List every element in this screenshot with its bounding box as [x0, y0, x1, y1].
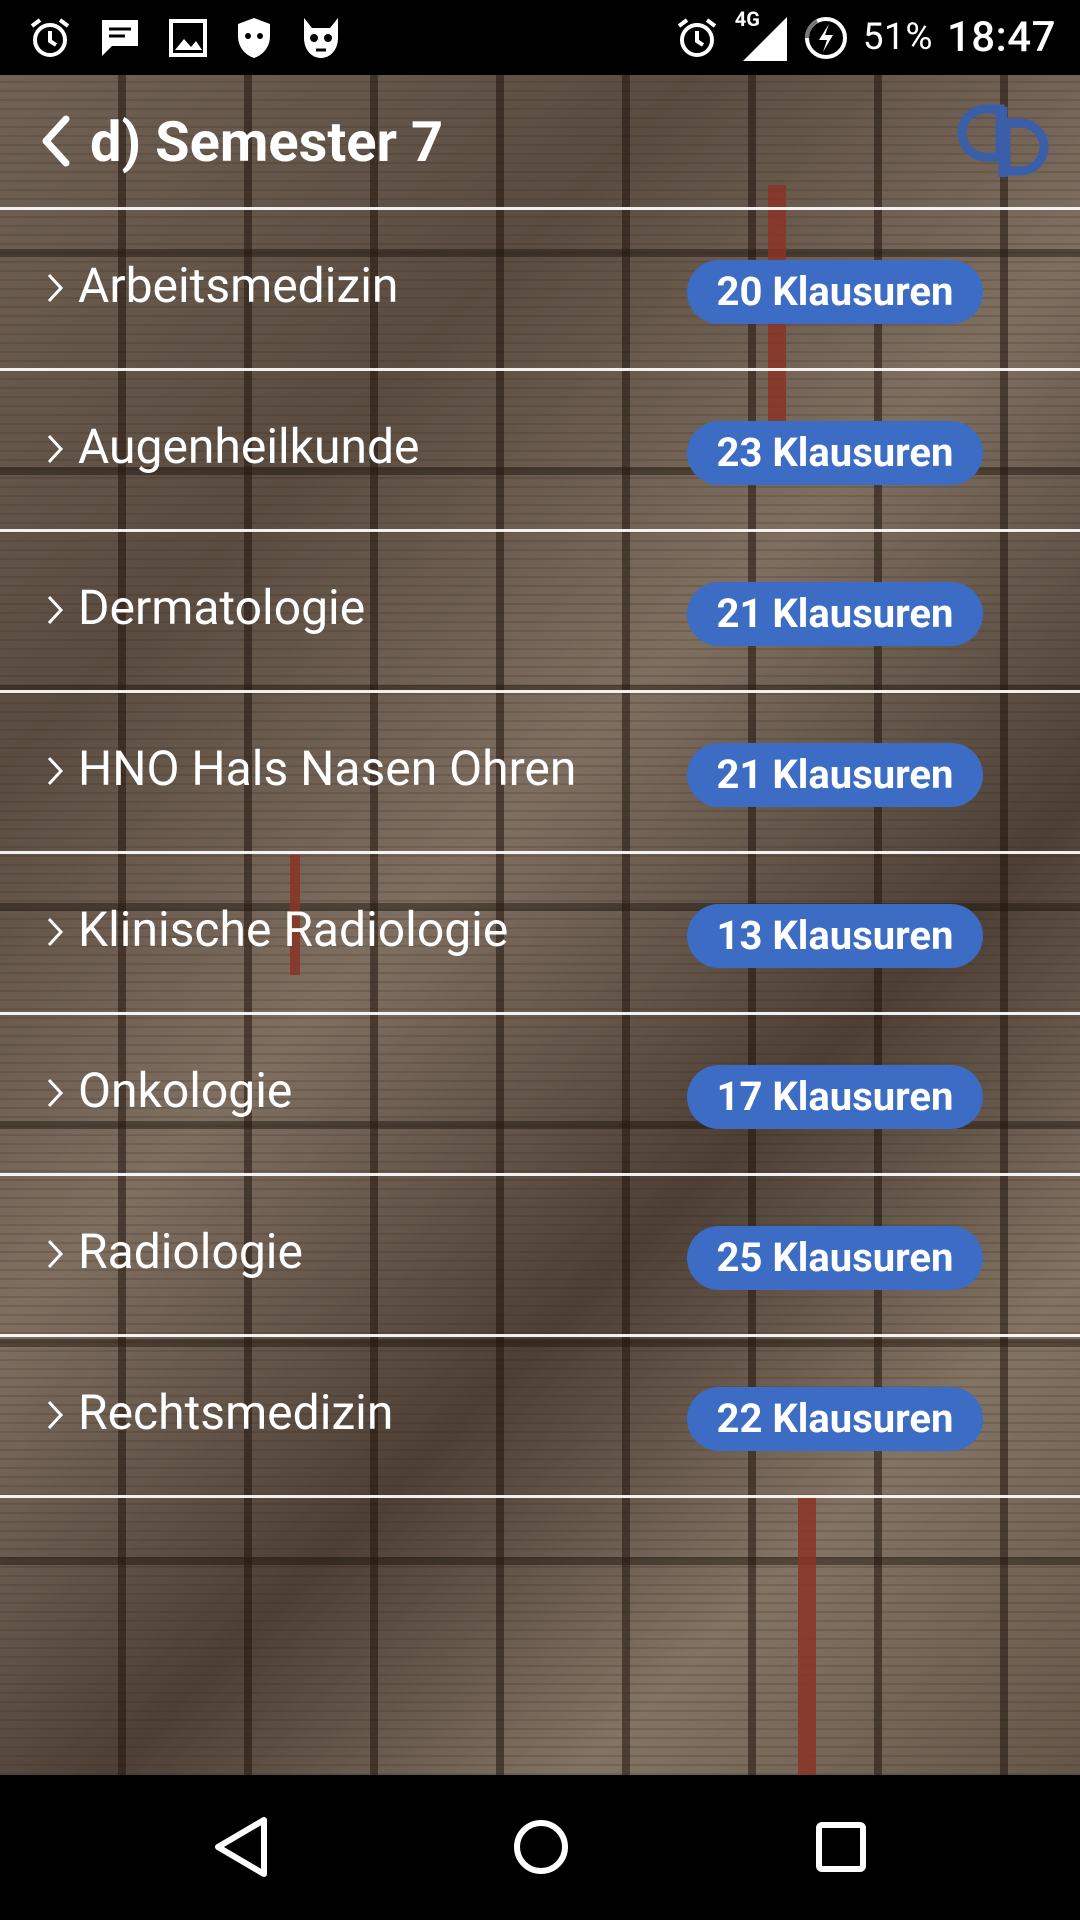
page-title: d) Semester 7 — [90, 109, 444, 175]
clock: 18:47 — [946, 13, 1056, 62]
signal-icon: 4G — [733, 7, 789, 63]
navigation-bar — [0, 1775, 1080, 1920]
subject-name: Augenheilkunde — [78, 418, 420, 475]
exam-count-badge: 22 Klausuren — [687, 1387, 983, 1451]
back-button[interactable] — [40, 109, 86, 173]
nav-back-button[interactable] — [212, 1815, 270, 1883]
list-item[interactable]: Radiologie 25 Klausuren — [0, 1173, 1080, 1334]
circle-home-icon — [514, 1820, 568, 1874]
exam-count-badge: 21 Klausuren — [687, 743, 983, 807]
image-icon — [168, 18, 208, 58]
chevron-right-icon — [47, 756, 64, 786]
list-item[interactable]: Rechtsmedizin 22 Klausuren — [0, 1334, 1080, 1498]
battery-percent: 51% — [862, 16, 933, 59]
app-logo — [956, 101, 1052, 187]
chevron-right-icon — [47, 1400, 64, 1430]
subject-list: Arbeitsmedizin 20 Klausuren Augenheilkun… — [0, 207, 1080, 1498]
list-item[interactable]: Arbeitsmedizin 20 Klausuren — [0, 207, 1080, 368]
list-item[interactable]: Augenheilkunde 23 Klausuren — [0, 368, 1080, 529]
subject-name: Arbeitsmedizin — [78, 257, 399, 314]
exam-count-badge: 23 Klausuren — [687, 421, 983, 485]
chevron-right-icon — [47, 1239, 64, 1269]
app-header: d) Semester 7 — [0, 75, 1080, 207]
list-item[interactable]: Onkologie 17 Klausuren — [0, 1012, 1080, 1173]
exam-count-badge: 17 Klausuren — [687, 1065, 983, 1129]
message-icon — [98, 16, 142, 60]
subject-name: HNO Hals Nasen Ohren — [78, 740, 577, 797]
nav-home-button[interactable] — [512, 1815, 570, 1883]
exam-count-badge: 20 Klausuren — [687, 260, 983, 324]
list-item[interactable]: HNO Hals Nasen Ohren 21 Klausuren — [0, 690, 1080, 851]
network-label: 4G — [734, 6, 760, 31]
subject-name: Rechtsmedizin — [78, 1384, 394, 1441]
subject-name: Onkologie — [78, 1062, 293, 1119]
nav-recents-button[interactable] — [812, 1815, 870, 1883]
chevron-right-icon — [47, 595, 64, 625]
background-decoration — [798, 1495, 816, 1775]
chevron-right-icon — [47, 273, 64, 303]
status-bar: 4G 51% 18:47 — [0, 0, 1080, 75]
chevron-right-icon — [47, 434, 64, 464]
exam-count-badge: 21 Klausuren — [687, 582, 983, 646]
chevron-right-icon — [47, 917, 64, 947]
subject-name: Klinische Radiologie — [78, 901, 509, 958]
content-area: d) Semester 7 Arbeitsmedizin 20 Klausure… — [0, 75, 1080, 1775]
cat-icon — [300, 16, 342, 60]
battery-charging-icon — [803, 15, 849, 61]
triangle-back-icon — [215, 1817, 267, 1877]
exam-count-badge: 25 Klausuren — [687, 1226, 983, 1290]
exam-count-badge: 13 Klausuren — [687, 904, 983, 968]
chevron-right-icon — [47, 1078, 64, 1108]
list-item[interactable]: Klinische Radiologie 13 Klausuren — [0, 851, 1080, 1012]
subject-name: Radiologie — [78, 1223, 303, 1280]
alarm-icon — [28, 16, 72, 60]
shield-icon — [234, 16, 274, 60]
list-item[interactable]: Dermatologie 21 Klausuren — [0, 529, 1080, 690]
subject-name: Dermatologie — [78, 579, 366, 636]
alarm-icon — [675, 16, 719, 60]
square-recents-icon — [816, 1822, 866, 1872]
chevron-left-icon — [42, 115, 70, 167]
